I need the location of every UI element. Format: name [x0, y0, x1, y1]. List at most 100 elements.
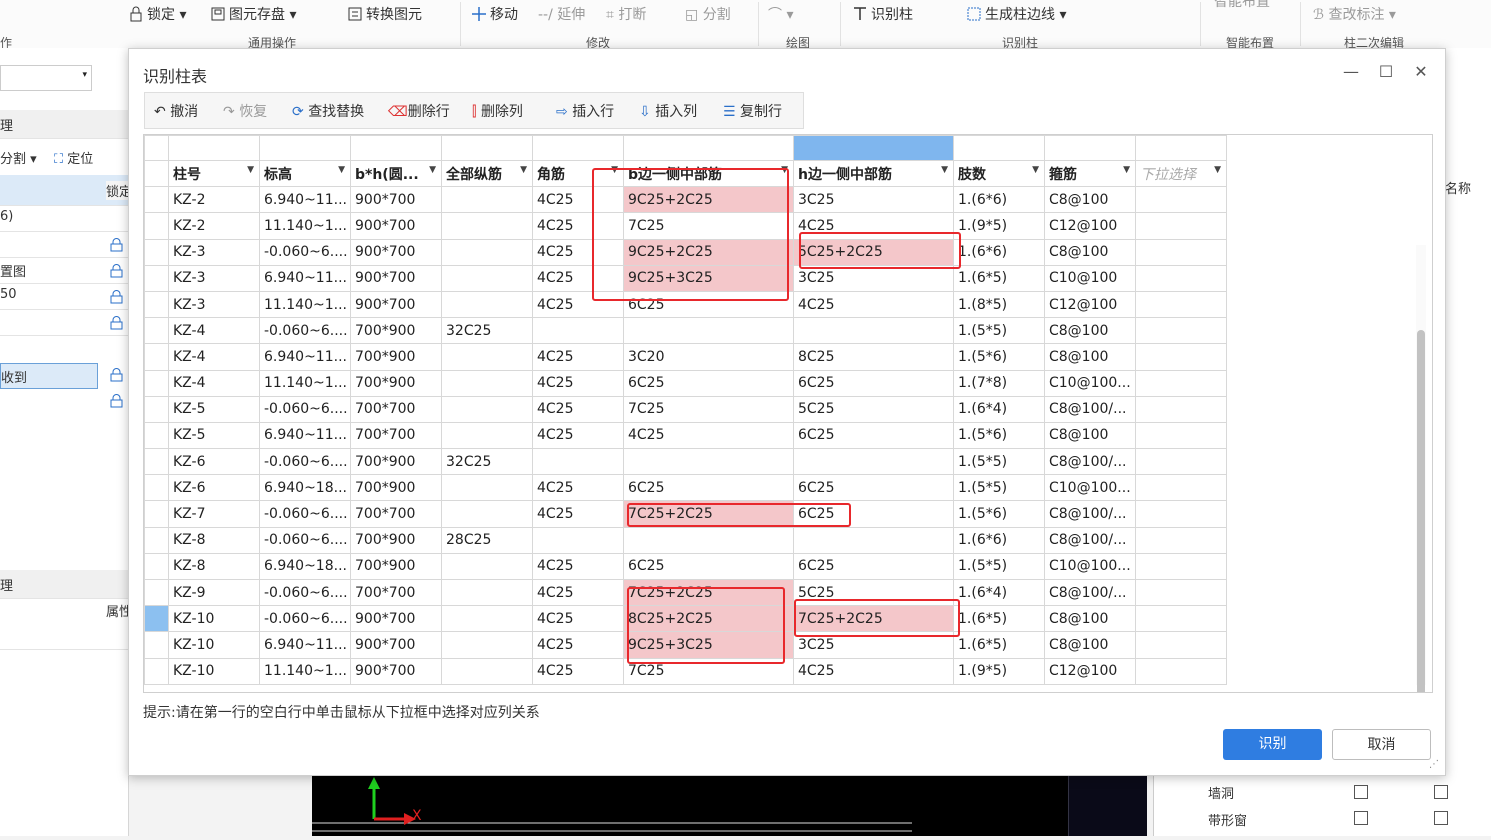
- column-header[interactable]: 下拉选择 ▼: [1135, 159, 1227, 188]
- table-cell[interactable]: [1135, 186, 1227, 214]
- cad-canvas[interactable]: X: [312, 775, 1146, 836]
- table-cell[interactable]: [1135, 343, 1227, 371]
- arc-button[interactable]: ⌒ ▾: [768, 5, 793, 25]
- table-cell[interactable]: 32C25: [441, 317, 533, 345]
- table-cell[interactable]: [623, 317, 794, 345]
- table-cell[interactable]: [1135, 421, 1227, 450]
- table-cell[interactable]: C8@100: [1044, 343, 1136, 371]
- mapping-cell[interactable]: [953, 135, 1045, 161]
- table-row[interactable]: KZ-5 -0.060~6.... 700*700 4C25 7C25 5C25 1.(6*…: [144, 395, 1227, 423]
- table-cell[interactable]: [1135, 317, 1227, 345]
- move-button[interactable]: 移动: [471, 5, 518, 25]
- table-cell[interactable]: [441, 578, 533, 607]
- table-cell[interactable]: 1.(6*5): [953, 631, 1045, 659]
- chevron-down-icon[interactable]: ▼: [1032, 165, 1039, 175]
- chevron-down-icon[interactable]: ▼: [429, 165, 436, 175]
- table-cell[interactable]: C8@100: [1044, 605, 1136, 633]
- table-cell[interactable]: 8C25: [793, 343, 954, 371]
- table-row[interactable]: KZ-4 -0.060~6.... 700*900 32C25 1.(5*5) C8@10…: [144, 317, 1227, 345]
- table-cell[interactable]: 1.(6*6): [953, 238, 1045, 266]
- table-cell[interactable]: [1135, 238, 1227, 266]
- row-header[interactable]: [144, 474, 169, 502]
- table-row[interactable]: KZ-4 6.940~11... 700*900 4C25 3C20 8C25 1.(5*6…: [144, 343, 1227, 371]
- table-cell[interactable]: 28C25: [441, 526, 533, 554]
- table-row[interactable]: KZ-8 6.940~18... 700*900 4C25 6C25 6C25 1.(5*5…: [144, 552, 1227, 581]
- column-header[interactable]: 柱号 ▼: [168, 159, 260, 188]
- row-header[interactable]: [144, 500, 169, 528]
- table-cell[interactable]: [1135, 290, 1227, 319]
- table-cell[interactable]: -0.060~6....: [259, 395, 351, 423]
- table-cell[interactable]: [532, 448, 624, 476]
- table-cell[interactable]: [441, 369, 533, 397]
- table-cell[interactable]: C8@100/...: [1044, 578, 1136, 607]
- mapping-cell[interactable]: [441, 135, 533, 161]
- table-cell[interactable]: 4C25: [532, 657, 624, 685]
- mapping-cell[interactable]: [168, 135, 260, 161]
- checkbox[interactable]: [1354, 811, 1368, 825]
- table-cell[interactable]: 700*700: [350, 421, 442, 450]
- table-cell[interactable]: [441, 343, 533, 371]
- table-cell[interactable]: C10@100...: [1044, 474, 1136, 502]
- table-cell[interactable]: C12@100: [1044, 212, 1136, 240]
- table-cell[interactable]: KZ-6: [168, 448, 260, 476]
- table-cell[interactable]: 4C25: [532, 369, 624, 397]
- table-cell[interactable]: 6C25: [793, 421, 954, 450]
- table-cell[interactable]: [441, 552, 533, 581]
- table-cell[interactable]: 6.940~18...: [259, 552, 351, 581]
- maximize-button[interactable]: ☐: [1371, 59, 1401, 85]
- smart-layout-button[interactable]: 智能布置: [1214, 0, 1270, 12]
- extend-button[interactable]: --/ 延伸: [538, 5, 585, 25]
- table-cell[interactable]: KZ-2: [168, 186, 260, 214]
- table-cell[interactable]: [793, 317, 954, 345]
- row-header[interactable]: [144, 526, 169, 554]
- row-header[interactable]: [144, 631, 169, 659]
- table-cell[interactable]: [441, 290, 533, 319]
- table-cell[interactable]: 4C25: [793, 657, 954, 685]
- resize-grip-icon[interactable]: ⋰: [1429, 759, 1439, 770]
- row-header[interactable]: [144, 605, 169, 633]
- table-cell[interactable]: 4C25: [532, 395, 624, 423]
- table-cell[interactable]: 7C25: [623, 395, 794, 423]
- table-cell[interactable]: KZ-5: [168, 421, 260, 450]
- table-cell[interactable]: KZ-9: [168, 578, 260, 607]
- table-cell[interactable]: C8@100/...: [1044, 448, 1136, 476]
- table-cell[interactable]: C8@100: [1044, 317, 1136, 345]
- row-header[interactable]: [144, 448, 169, 476]
- table-cell[interactable]: C8@100/...: [1044, 500, 1136, 528]
- cancel-button[interactable]: 取消: [1332, 729, 1431, 760]
- table-cell[interactable]: 1.(5*6): [953, 500, 1045, 528]
- column-mapping-select-row[interactable]: [144, 135, 1227, 161]
- table-cell[interactable]: KZ-3: [168, 264, 260, 292]
- table-cell[interactable]: 1.(6*6): [953, 526, 1045, 554]
- row-header[interactable]: [144, 317, 169, 345]
- table-cell[interactable]: 4C25: [532, 631, 624, 659]
- lock-icon[interactable]: [110, 368, 123, 382]
- table-cell[interactable]: 5C25: [793, 395, 954, 423]
- table-cell[interactable]: 1.(5*5): [953, 317, 1045, 345]
- check-annotation-button[interactable]: ℬ 查改标注 ▾: [1313, 5, 1396, 25]
- lock-icon[interactable]: [110, 264, 123, 278]
- table-cell[interactable]: KZ-5: [168, 395, 260, 423]
- table-cell[interactable]: C10@100: [1044, 264, 1136, 292]
- table-cell[interactable]: 700*900: [350, 369, 442, 397]
- table-cell[interactable]: [793, 526, 954, 554]
- checkbox[interactable]: [1434, 785, 1448, 799]
- table-cell[interactable]: [532, 526, 624, 554]
- table-cell[interactable]: [441, 500, 533, 528]
- row-header[interactable]: [144, 290, 169, 319]
- row-header[interactable]: [144, 264, 169, 292]
- minimize-button[interactable]: —: [1336, 59, 1366, 85]
- table-cell[interactable]: [441, 395, 533, 423]
- table-cell[interactable]: [441, 186, 533, 214]
- table-cell[interactable]: 6C25: [793, 552, 954, 581]
- table-cell[interactable]: 1.(5*5): [953, 448, 1045, 476]
- table-cell[interactable]: 6.940~18...: [259, 474, 351, 502]
- column-header[interactable]: b*h(圆... ▼: [350, 159, 442, 188]
- table-row[interactable]: KZ-6 -0.060~6.... 700*900 32C25 1.(5*5) C8@10…: [144, 448, 1227, 476]
- table-cell[interactable]: -0.060~6....: [259, 317, 351, 345]
- mapping-cell[interactable]: [623, 135, 794, 161]
- lock-icon[interactable]: [110, 238, 123, 252]
- table-cell[interactable]: [1135, 605, 1227, 633]
- table-cell[interactable]: 900*700: [350, 264, 442, 292]
- table-cell[interactable]: [1135, 526, 1227, 554]
